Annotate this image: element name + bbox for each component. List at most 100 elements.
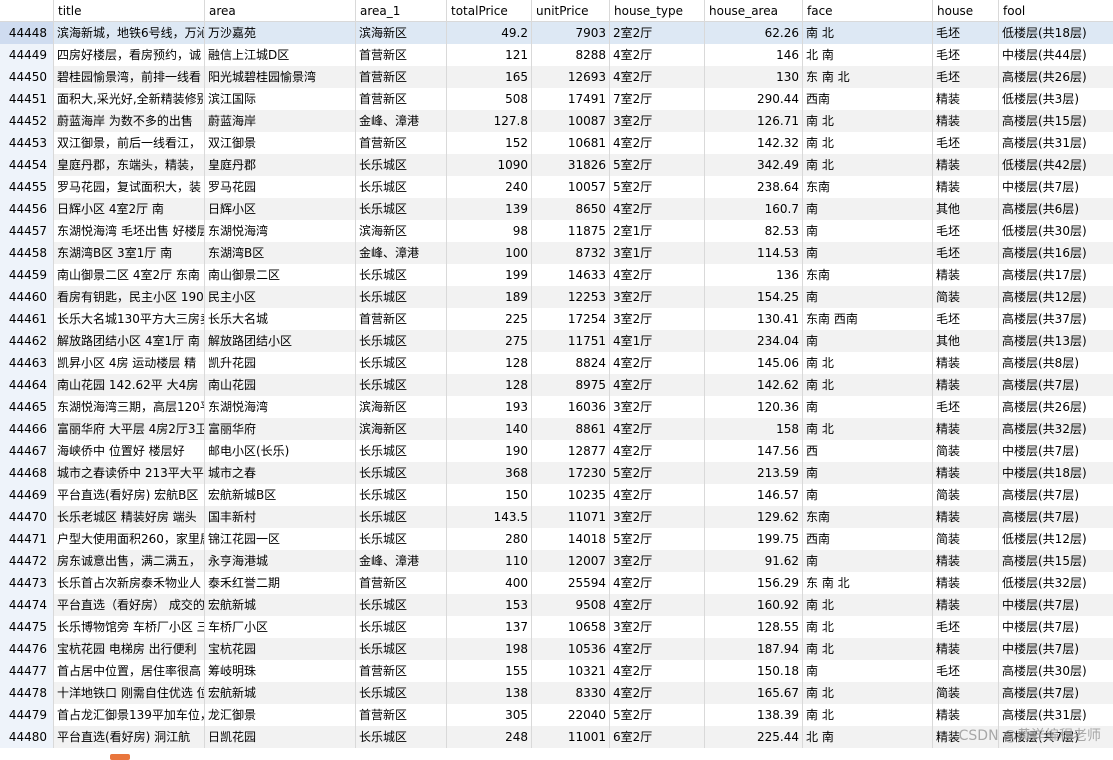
unit-price-cell[interactable]: 8824 <box>532 352 610 374</box>
area-cell[interactable]: 宝杭花园 <box>205 638 356 660</box>
unit-price-cell[interactable]: 8288 <box>532 44 610 66</box>
column-header-house-type[interactable]: house_type <box>610 0 705 22</box>
table-row[interactable]: 44456 日辉小区 4室2厅 南日辉小区 长乐城区 139 8650 4室2厅 160.7… <box>0 198 1113 220</box>
house-cell[interactable]: 毛坯 <box>933 242 999 264</box>
area-cell[interactable]: 凯升花园 <box>205 352 356 374</box>
house-area-cell[interactable]: 238.64 <box>705 176 803 198</box>
face-cell[interactable]: 南 北 <box>803 594 933 616</box>
title-cell[interactable]: 长乐博物馆旁 车桥厂小区 三 <box>54 616 205 638</box>
unit-price-cell[interactable]: 10057 <box>532 176 610 198</box>
fool-cell[interactable]: 高楼层(共7层) <box>999 484 1113 506</box>
fool-cell[interactable]: 高楼层(共7层) <box>999 506 1113 528</box>
area-1-cell[interactable]: 长乐城区 <box>356 352 447 374</box>
column-header-face[interactable]: face <box>803 0 933 22</box>
row-id[interactable]: 44474 <box>0 594 54 616</box>
house-area-cell[interactable]: 290.44 <box>705 88 803 110</box>
title-cell[interactable]: 平台直选(看好房) 宏航B区 <box>54 484 205 506</box>
house-cell[interactable]: 精装 <box>933 264 999 286</box>
area-1-cell[interactable]: 长乐城区 <box>356 374 447 396</box>
area-cell[interactable]: 万沙嘉苑 <box>205 22 356 44</box>
fool-cell[interactable]: 中楼层(共7层) <box>999 440 1113 462</box>
face-cell[interactable]: 南 <box>803 550 933 572</box>
house-area-cell[interactable]: 187.94 <box>705 638 803 660</box>
house-type-cell[interactable]: 3室2厅 <box>610 396 705 418</box>
area-1-cell[interactable]: 长乐城区 <box>356 286 447 308</box>
total-price-cell[interactable]: 110 <box>447 550 532 572</box>
house-cell[interactable]: 毛坯 <box>933 660 999 682</box>
house-area-cell[interactable]: 130.41 <box>705 308 803 330</box>
area-cell[interactable]: 国丰新村 <box>205 506 356 528</box>
face-cell[interactable]: 南 <box>803 484 933 506</box>
house-cell[interactable]: 精装 <box>933 418 999 440</box>
total-price-cell[interactable]: 368 <box>447 462 532 484</box>
total-price-cell[interactable]: 128 <box>447 352 532 374</box>
fool-cell[interactable]: 高楼层(共30层) <box>999 660 1113 682</box>
house-area-cell[interactable]: 142.32 <box>705 132 803 154</box>
house-cell[interactable]: 精装 <box>933 550 999 572</box>
table-row[interactable]: 44461 长乐大名城130平方大三房卖 长乐大名城 首营新区 225 17254 3室2厅… <box>0 308 1113 330</box>
house-area-cell[interactable]: 160.92 <box>705 594 803 616</box>
house-cell[interactable]: 毛坯 <box>933 66 999 88</box>
house-cell[interactable]: 精装 <box>933 704 999 726</box>
house-cell[interactable]: 精装 <box>933 506 999 528</box>
unit-price-cell[interactable]: 10536 <box>532 638 610 660</box>
area-1-cell[interactable]: 首营新区 <box>356 44 447 66</box>
house-area-cell[interactable]: 234.04 <box>705 330 803 352</box>
house-type-cell[interactable]: 4室2厅 <box>610 44 705 66</box>
unit-price-cell[interactable]: 16036 <box>532 396 610 418</box>
house-cell[interactable]: 精装 <box>933 572 999 594</box>
total-price-cell[interactable]: 248 <box>447 726 532 748</box>
house-area-cell[interactable]: 138.39 <box>705 704 803 726</box>
table-row[interactable]: 44474 平台直选（看好房） 成交的 宏航新城 长乐城区 153 9508 4室2厅 160… <box>0 594 1113 616</box>
area-cell[interactable]: 城市之春 <box>205 462 356 484</box>
table-row[interactable]: 44475 长乐博物馆旁 车桥厂小区 三车桥厂小区 长乐城区 137 10658 3室2厅… <box>0 616 1113 638</box>
total-price-cell[interactable]: 400 <box>447 572 532 594</box>
area-cell[interactable]: 日辉小区 <box>205 198 356 220</box>
area-1-cell[interactable]: 首营新区 <box>356 308 447 330</box>
total-price-cell[interactable]: 127.8 <box>447 110 532 132</box>
unit-price-cell[interactable]: 17491 <box>532 88 610 110</box>
house-cell[interactable]: 精装 <box>933 374 999 396</box>
area-cell[interactable]: 泰禾红誉二期 <box>205 572 356 594</box>
row-id[interactable]: 44477 <box>0 660 54 682</box>
row-id[interactable]: 44475 <box>0 616 54 638</box>
face-cell[interactable]: 西南 <box>803 88 933 110</box>
table-row[interactable]: 44477 首占居中位置，居住率很高 筹岐明珠 首营新区 155 10321 4室2厅 150… <box>0 660 1113 682</box>
area-1-cell[interactable]: 首营新区 <box>356 132 447 154</box>
unit-price-cell[interactable]: 14633 <box>532 264 610 286</box>
row-id[interactable]: 44480 <box>0 726 54 748</box>
house-type-cell[interactable]: 4室2厅 <box>610 572 705 594</box>
fool-cell[interactable]: 中楼层(共44层) <box>999 44 1113 66</box>
house-cell[interactable]: 精装 <box>933 638 999 660</box>
total-price-cell[interactable]: 128 <box>447 374 532 396</box>
total-price-cell[interactable]: 305 <box>447 704 532 726</box>
unit-price-cell[interactable]: 10235 <box>532 484 610 506</box>
house-type-cell[interactable]: 4室2厅 <box>610 682 705 704</box>
face-cell[interactable]: 西 <box>803 440 933 462</box>
house-type-cell[interactable]: 4室2厅 <box>610 264 705 286</box>
area-cell[interactable]: 双江御景 <box>205 132 356 154</box>
unit-price-cell[interactable]: 8975 <box>532 374 610 396</box>
table-row[interactable]: 44476 宝杭花园 电梯房 出行便利 宝杭花园 长乐城区 198 10536 4室2厅 18… <box>0 638 1113 660</box>
area-cell[interactable]: 日凯花园 <box>205 726 356 748</box>
table-row[interactable]: 44473 长乐首占次新房泰禾物业人 泰禾红誉二期 首营新区 400 25594 4室2厅 1… <box>0 572 1113 594</box>
row-id[interactable]: 44479 <box>0 704 54 726</box>
house-type-cell[interactable]: 4室2厅 <box>610 638 705 660</box>
total-price-cell[interactable]: 49.2 <box>447 22 532 44</box>
face-cell[interactable]: 东南 <box>803 176 933 198</box>
area-cell[interactable]: 车桥厂小区 <box>205 616 356 638</box>
table-row[interactable]: 44449 四房好楼层，看房预约，诚 融信上江城D区 首营新区 121 8288 4室2厅 1… <box>0 44 1113 66</box>
house-type-cell[interactable]: 3室1厅 <box>610 242 705 264</box>
fool-cell[interactable]: 高楼层(共12层) <box>999 286 1113 308</box>
face-cell[interactable]: 南 北 <box>803 704 933 726</box>
face-cell[interactable]: 南 <box>803 198 933 220</box>
table-row[interactable]: 44457 东湖悦海湾 毛坯出售 好楼层 东湖悦海湾 滨海新区 98 11875 2室1厅 8… <box>0 220 1113 242</box>
unit-price-cell[interactable]: 17230 <box>532 462 610 484</box>
house-type-cell[interactable]: 3室2厅 <box>610 550 705 572</box>
house-cell[interactable]: 简装 <box>933 528 999 550</box>
total-price-cell[interactable]: 190 <box>447 440 532 462</box>
house-area-cell[interactable]: 130 <box>705 66 803 88</box>
face-cell[interactable]: 南 北 <box>803 682 933 704</box>
row-id[interactable]: 44460 <box>0 286 54 308</box>
house-area-cell[interactable]: 142.62 <box>705 374 803 396</box>
